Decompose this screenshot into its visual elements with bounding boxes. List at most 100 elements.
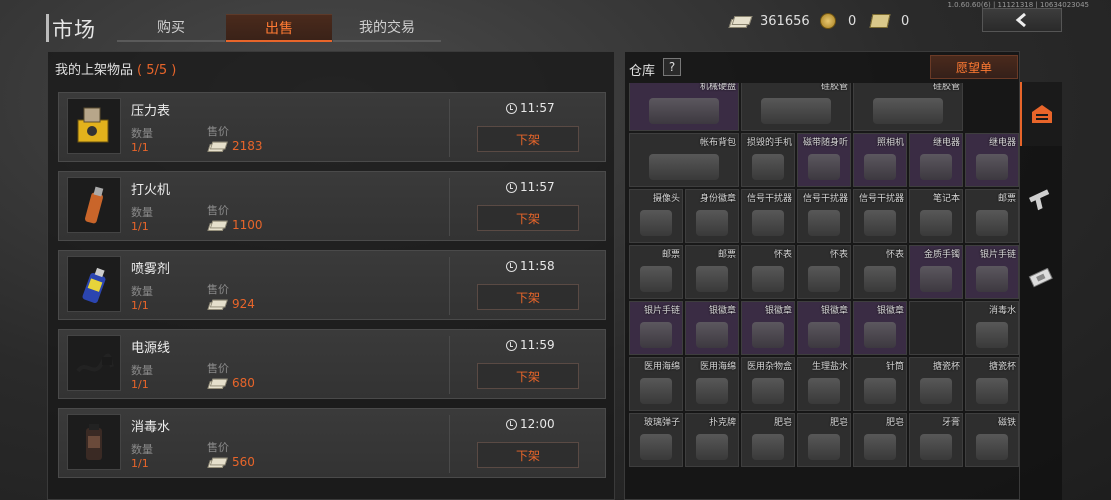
storage-cell[interactable]: 帐布背包 [629, 133, 739, 187]
cash-icon [207, 377, 228, 389]
storage-cell[interactable]: 医用海绵 [629, 357, 683, 411]
price-label: 售价 [207, 283, 229, 296]
storage-cell-label: 银徽章 [708, 306, 736, 316]
item-image [864, 154, 896, 180]
storage-cell-label: 继电器 [932, 138, 960, 148]
listings-title-text: 我的上架物品 [55, 63, 134, 78]
storage-cell-label: 硅胶管 [820, 83, 848, 92]
cash-icon [207, 456, 228, 468]
storage-cell[interactable]: 机械硬盘 [629, 83, 739, 131]
item-image [808, 210, 840, 236]
storage-cell[interactable]: 邮票 [965, 189, 1019, 243]
qty-label: 数量 [131, 443, 153, 456]
storage-cell[interactable]: 怀表 [797, 245, 851, 299]
storage-cell[interactable]: 银片手链 [965, 245, 1019, 299]
storage-cell[interactable]: 信号干扰器 [853, 189, 907, 243]
storage-cell[interactable]: 怀表 [853, 245, 907, 299]
ticket-icon [869, 14, 891, 28]
storage-cell[interactable]: 邮票 [629, 245, 683, 299]
sidebar-tab-weapons[interactable] [1020, 168, 1062, 232]
help-button[interactable]: ? [663, 58, 681, 76]
storage-cell[interactable]: 继电器 [965, 133, 1019, 187]
storage-cell[interactable]: 银徽章 [741, 301, 795, 355]
listing-row: 打火机 数量 1/1 售价 1100 11:57 下架 [58, 171, 606, 241]
storage-cell[interactable]: 针筒 [853, 357, 907, 411]
item-image [920, 154, 952, 180]
storage-cell[interactable]: 医用杂物盒 [741, 357, 795, 411]
storage-cell[interactable]: 怀表 [741, 245, 795, 299]
price: 560 [207, 455, 255, 469]
storage-sidebar [1020, 82, 1062, 500]
storage-cell[interactable]: 磁带随身听 [797, 133, 851, 187]
storage-cell[interactable]: 身份徽章 [685, 189, 739, 243]
chevron-left-icon [1015, 12, 1026, 28]
item-image [640, 266, 672, 292]
time-remaining: 11:57 [506, 180, 555, 194]
storage-cell[interactable]: 继电器 [909, 133, 963, 187]
item-name: 电源线 [131, 341, 171, 356]
divider [449, 336, 450, 394]
storage-cell[interactable]: 银徽章 [797, 301, 851, 355]
storage-cell-label: 照相机 [876, 138, 904, 148]
cash-icon [207, 140, 228, 152]
sidebar-tab-storage[interactable] [1020, 82, 1062, 146]
time-value: 11:58 [520, 259, 555, 273]
delist-button[interactable]: 下架 [477, 284, 579, 310]
qty-value: 1/1 [131, 141, 149, 154]
storage-cell[interactable]: 肥皂 [853, 413, 907, 467]
item-image [920, 266, 952, 292]
storage-cell-label: 扑克牌 [708, 418, 736, 428]
tab-sell[interactable]: 出售 [226, 14, 332, 42]
storage-cell[interactable]: 银徽章 [685, 301, 739, 355]
storage-cell[interactable]: 扑克牌 [685, 413, 739, 467]
storage-cell[interactable]: 肥皂 [797, 413, 851, 467]
storage-cell[interactable]: 银徽章 [853, 301, 907, 355]
storage-cell-label: 损毁的手机 [746, 138, 792, 148]
storage-cell-label: 信号干扰器 [858, 194, 904, 204]
storage-cell[interactable]: 损毁的手机 [741, 133, 795, 187]
storage-cell-label: 金质手镯 [923, 250, 960, 260]
storage-cell[interactable]: 摄像头 [629, 189, 683, 243]
tab-my-trades[interactable]: 我的交易 [333, 14, 441, 42]
price-label: 售价 [207, 125, 229, 138]
price-label: 售价 [207, 204, 229, 217]
item-image [976, 434, 1008, 460]
coin-balance: 0 [820, 10, 856, 32]
storage-cell[interactable]: 邮票 [685, 245, 739, 299]
storage-cell[interactable]: 金质手镯 [909, 245, 963, 299]
storage-cell[interactable]: 信号干扰器 [741, 189, 795, 243]
storage-cell[interactable]: 笔记本 [909, 189, 963, 243]
storage-cell[interactable]: 生理盐水 [797, 357, 851, 411]
delist-button[interactable]: 下架 [477, 126, 579, 152]
item-image [976, 378, 1008, 404]
cash-balance: 361656 [728, 10, 810, 32]
storage-cell[interactable]: 肥皂 [741, 413, 795, 467]
wishlist-button[interactable]: 愿望单 [930, 55, 1018, 79]
storage-cell[interactable]: 硅胶管 [853, 83, 963, 131]
lighter-icon [67, 177, 121, 233]
item-image [696, 434, 728, 460]
storage-cell[interactable]: 银片手链 [629, 301, 683, 355]
storage-cell[interactable]: 牙膏 [909, 413, 963, 467]
storage-cell[interactable]: 硅胶管 [741, 83, 851, 131]
storage-cell-label: 笔记本 [932, 194, 960, 204]
storage-cell[interactable]: 照相机 [853, 133, 907, 187]
sidebar-tab-cash[interactable] [1020, 246, 1062, 310]
item-image [696, 210, 728, 236]
storage-cell[interactable]: 消毒水 [965, 301, 1019, 355]
storage-cell[interactable]: 搪瓷杯 [965, 357, 1019, 411]
tab-buy[interactable]: 购买 [117, 14, 225, 42]
delist-button[interactable]: 下架 [477, 363, 579, 389]
storage-cell-label: 信号干扰器 [802, 194, 848, 204]
storage-cell[interactable]: 玻璃弹子 [629, 413, 683, 467]
back-button[interactable] [982, 8, 1062, 32]
storage-cell[interactable]: 磁铁 [965, 413, 1019, 467]
storage-cell[interactable]: 信号干扰器 [797, 189, 851, 243]
item-image [976, 154, 1008, 180]
item-image [696, 378, 728, 404]
delist-button[interactable]: 下架 [477, 205, 579, 231]
storage-cell[interactable]: 搪瓷杯 [909, 357, 963, 411]
storage-title: 仓库 [629, 64, 656, 79]
delist-button[interactable]: 下架 [477, 442, 579, 468]
storage-cell[interactable]: 医用海绵 [685, 357, 739, 411]
